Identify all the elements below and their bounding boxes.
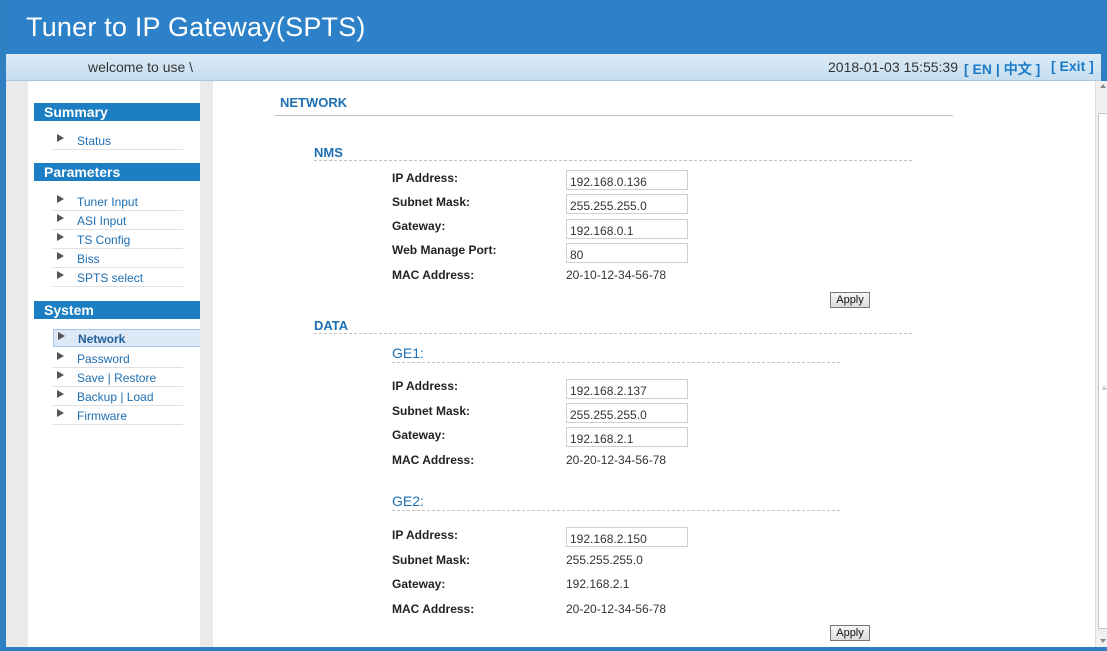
- lang-en-link[interactable]: [ EN |: [964, 61, 1000, 77]
- arrow-right-icon: [57, 352, 64, 360]
- exit-link[interactable]: [ Exit ]: [1051, 58, 1094, 74]
- data-heading: DATA: [314, 318, 349, 333]
- nms-heading: NMS: [314, 145, 343, 160]
- ge1-gateway-input[interactable]: 192.168.2.1: [566, 427, 688, 447]
- data-divider: [314, 333, 912, 334]
- ge2-ip-label: IP Address:: [392, 528, 459, 542]
- arrow-right-icon: [57, 233, 64, 241]
- ge2-ip-input[interactable]: 192.168.2.150: [566, 527, 688, 547]
- scroll-down-icon[interactable]: [1100, 639, 1106, 643]
- nms-divider: [314, 160, 912, 161]
- ge1-divider: [392, 362, 840, 363]
- status-bar: welcome to use \ 2018-01-03 15:55:39 [ E…: [6, 54, 1101, 81]
- ge1-ip-input[interactable]: 192.168.2.137: [566, 379, 688, 399]
- arrow-right-icon: [57, 409, 64, 417]
- sidebar-item-ts-config[interactable]: TS Config: [53, 231, 183, 249]
- section-system: System: [34, 301, 200, 319]
- nms-apply-button[interactable]: Apply: [830, 292, 870, 308]
- sidebar-item-biss[interactable]: Biss: [53, 250, 183, 268]
- ge1-gateway-label: Gateway:: [392, 428, 446, 442]
- ge2-mask-label: Subnet Mask:: [392, 553, 471, 567]
- nms-mask-input[interactable]: 255.255.255.0: [566, 194, 688, 214]
- ge2-divider: [392, 510, 840, 511]
- arrow-right-icon: [57, 371, 64, 379]
- arrow-right-icon: [57, 271, 64, 279]
- vertical-scrollbar[interactable]: ≡: [1095, 81, 1107, 647]
- title-divider: [275, 115, 953, 116]
- ge1-mask-label: Subnet Mask:: [392, 404, 471, 418]
- sidebar-item-password[interactable]: Password: [53, 350, 183, 368]
- language-switch: [ EN | 中文 ]: [964, 59, 1040, 79]
- arrow-right-icon: [57, 214, 64, 222]
- datetime: 2018-01-03 15:55:39: [828, 59, 958, 75]
- sidebar-item-label: SPTS select: [77, 271, 144, 285]
- scroll-thumb[interactable]: ≡: [1098, 113, 1107, 629]
- sidebar-divider: [200, 81, 213, 647]
- sidebar-item-label: TS Config: [77, 233, 131, 247]
- nms-mask-label: Subnet Mask:: [392, 195, 471, 209]
- sidebar-item-spts-select[interactable]: SPTS select: [53, 269, 183, 287]
- arrow-right-icon: [57, 390, 64, 398]
- nms-mac-label: MAC Address:: [392, 268, 475, 282]
- ge1-ip-label: IP Address:: [392, 379, 459, 393]
- nms-gateway-label: Gateway:: [392, 219, 446, 233]
- arrow-right-icon: [58, 332, 65, 340]
- sidebar-item-label: Password: [77, 352, 130, 366]
- app-header: Tuner to IP Gateway(SPTS): [6, 0, 1101, 54]
- sidebar-item-label: Tuner Input: [77, 195, 138, 209]
- nms-mac-value: 20-10-12-34-56-78: [566, 268, 667, 282]
- page-title: NETWORK: [280, 95, 348, 110]
- sidebar-item-tuner-input[interactable]: Tuner Input: [53, 193, 183, 211]
- sidebar-item-label: Biss: [77, 252, 100, 266]
- sidebar-item-label: ASI Input: [77, 214, 127, 228]
- sidebar-item-label: Firmware: [77, 409, 127, 423]
- section-summary: Summary: [34, 103, 200, 121]
- left-margin: [6, 81, 28, 647]
- lang-cn-link[interactable]: 中文 ]: [1004, 61, 1041, 77]
- ge2-heading: GE2:: [392, 493, 424, 509]
- ge1-mask-input[interactable]: 255.255.255.0: [566, 403, 688, 423]
- ge1-mac-value: 20-20-12-34-56-78: [566, 453, 667, 467]
- sidebar-item-network[interactable]: Network: [53, 329, 205, 347]
- ge2-gateway-value: 192.168.2.1: [566, 577, 630, 591]
- arrow-right-icon: [57, 252, 64, 260]
- app-window: Tuner to IP Gateway(SPTS) welcome to use…: [0, 0, 1107, 651]
- sidebar-item-firmware[interactable]: Firmware: [53, 407, 183, 425]
- sidebar-item-label: Status: [77, 134, 112, 148]
- sidebar-item-label: Save | Restore: [77, 371, 157, 385]
- sidebar-item-status[interactable]: Status: [53, 132, 183, 150]
- sidebar-item-label: Network: [78, 332, 126, 346]
- ge2-gateway-label: Gateway:: [392, 577, 446, 591]
- nms-port-input[interactable]: 80: [566, 243, 688, 263]
- nms-gateway-input[interactable]: 192.168.0.1: [566, 219, 688, 239]
- ge1-heading: GE1:: [392, 345, 424, 361]
- nms-port-label: Web Manage Port:: [392, 243, 497, 257]
- app-title: Tuner to IP Gateway(SPTS): [26, 12, 366, 42]
- scroll-up-icon[interactable]: [1100, 84, 1106, 88]
- sidebar-item-asi-input[interactable]: ASI Input: [53, 212, 183, 230]
- grip-icon: ≡: [1102, 384, 1107, 393]
- nms-ip-label: IP Address:: [392, 171, 459, 185]
- arrow-right-icon: [57, 134, 64, 142]
- arrow-right-icon: [57, 195, 64, 203]
- ge2-mask-value: 255.255.255.0: [566, 553, 643, 567]
- sidebar-item-backup-load[interactable]: Backup | Load: [53, 388, 183, 406]
- welcome-text: welcome to use \: [88, 59, 194, 75]
- sidebar: Summary Status Parameters Tuner Input AS…: [28, 81, 205, 647]
- sidebar-item-label: Backup | Load: [77, 390, 154, 404]
- section-parameters: Parameters: [34, 163, 200, 181]
- ge2-mac-label: MAC Address:: [392, 602, 475, 616]
- sidebar-item-save-restore[interactable]: Save | Restore: [53, 369, 183, 387]
- main-content: NETWORK NMS IP Address: 192.168.0.136 Su…: [213, 81, 1095, 647]
- data-apply-button[interactable]: Apply: [830, 625, 870, 641]
- ge1-mac-label: MAC Address:: [392, 453, 475, 467]
- nms-ip-input[interactable]: 192.168.0.136: [566, 170, 688, 190]
- ge2-mac-value: 20-20-12-34-56-78: [566, 602, 667, 616]
